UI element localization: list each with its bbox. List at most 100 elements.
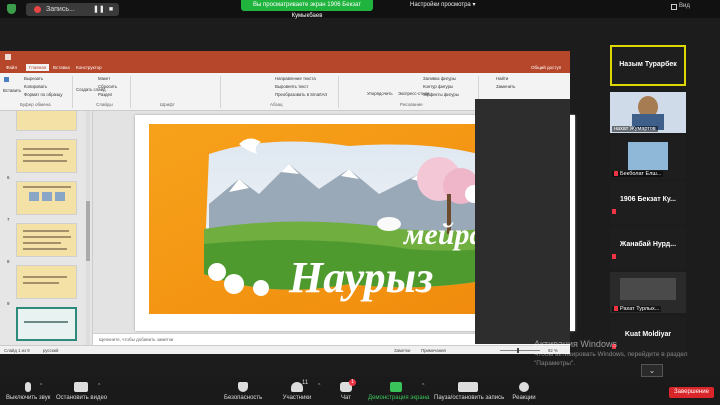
participants-label: Участники (282, 395, 312, 401)
record-dot-icon (34, 6, 41, 13)
mic-muted-icon (614, 171, 618, 177)
photo-placeholder (55, 192, 65, 201)
participant-tile[interactable]: Назым Турарбек (610, 45, 686, 86)
shield-icon[interactable] (7, 4, 16, 14)
photo-placeholder (42, 192, 52, 201)
share-screen-label: Демонстрация экрана (368, 395, 430, 401)
chat-badge: 1 (349, 379, 356, 386)
thumb-number: 7 (7, 217, 10, 222)
caret-up-icon[interactable]: ^ (422, 383, 424, 389)
caret-up-icon[interactable]: ^ (40, 383, 42, 389)
group-separator (130, 76, 131, 108)
participants-button[interactable]: Участники (280, 377, 314, 401)
thumb-number: 6 (7, 175, 10, 180)
shared-screen-overlay (475, 99, 570, 344)
format-painter-button[interactable]: Формат по образцу (24, 92, 63, 97)
cut-button[interactable]: Вырезать (24, 76, 43, 81)
find-button[interactable]: Найти (496, 76, 508, 81)
slide-thumbnail[interactable] (16, 265, 77, 299)
mute-label: Выключить звук (6, 395, 51, 401)
slide-thumbnail[interactable] (16, 139, 77, 173)
participant-tile[interactable]: 1906 Бекзат Ку... (610, 182, 686, 223)
shape-outline-button[interactable]: Контур фигуры (423, 84, 453, 89)
thumb-number: 9 (7, 301, 10, 306)
slide-thumbnail[interactable] (16, 307, 77, 341)
text-line (23, 154, 63, 156)
participant-tile[interactable]: нахат Жумартов (610, 92, 686, 133)
share-screen-icon (390, 382, 402, 392)
align-text-button[interactable]: Выровнять текст (275, 84, 308, 89)
text-line (23, 160, 67, 162)
slide-thumbnail[interactable] (16, 181, 77, 215)
photo-placeholder (29, 192, 39, 201)
reactions-button[interactable]: Реакции (512, 377, 536, 401)
zoom-slider-knob[interactable] (517, 348, 519, 353)
stop-video-button[interactable]: Остановить видео (56, 377, 107, 401)
share-screen-button[interactable]: Демонстрация экрана (368, 377, 430, 401)
layout-button[interactable]: Макет (98, 76, 110, 81)
ppt-ribbon-tabs: Файл Главная Вставка Конструктор Общий д… (0, 51, 570, 73)
text-line (23, 276, 67, 278)
smartart-button[interactable]: Преобразовать в SmartArt (275, 92, 327, 97)
pause-stop-recording-button[interactable]: Пауза/остановить запись (434, 377, 504, 401)
shield-icon (238, 382, 248, 392)
replace-button[interactable]: Заменить (496, 84, 515, 89)
mic-muted-icon (612, 209, 616, 215)
tab-design[interactable]: Конструктор (76, 65, 102, 70)
caret-up-icon[interactable]: ^ (98, 383, 100, 389)
tab-insert[interactable]: Вставка (53, 65, 70, 70)
mic-muted-icon (612, 203, 618, 221)
caret-up-icon[interactable]: ^ (318, 383, 320, 389)
mic-muted-icon (612, 254, 616, 260)
pause-icon[interactable]: ❚❚ (93, 5, 105, 15)
tab-file[interactable]: Файл (6, 65, 17, 70)
participant-tile[interactable]: Рахат Турлых... (610, 272, 686, 313)
participant-tile[interactable]: Жанабай Нурд... (610, 227, 686, 268)
slide-thumbnail[interactable] (16, 111, 77, 131)
section-button[interactable]: Раздел (98, 92, 112, 97)
grid-icon (671, 4, 677, 10)
chevron-down-icon: ▾ (472, 2, 476, 8)
end-meeting-button[interactable]: Завершение (669, 387, 714, 398)
thumb-number: 8 (7, 259, 10, 264)
text-line (23, 148, 69, 150)
stop-icon[interactable]: ■ (106, 5, 116, 15)
slide-thumbnails-pane: 6 7 8 9 (0, 111, 93, 345)
chat-button[interactable]: Чат 1 (338, 377, 356, 401)
view-settings-menu[interactable]: Настройки просмотра ▾ (410, 1, 475, 8)
language-indicator: русский (43, 348, 59, 353)
comments-toggle[interactable]: Примечания (421, 348, 446, 353)
group-clipboard: Буфер обмена (20, 102, 51, 107)
scroll-thumb[interactable] (86, 201, 90, 261)
mic-muted-icon (612, 248, 618, 266)
participant-tile[interactable]: Бекболат Елш... (610, 137, 686, 178)
reset-button[interactable]: Сбросить (98, 84, 117, 89)
reactions-label: Реакции (512, 395, 536, 401)
mute-button[interactable]: Выключить звук (6, 377, 50, 401)
participant-name: Бекболат Елш... (612, 171, 664, 177)
group-paragraph: Абзац (270, 102, 283, 107)
thumbnails-scrollbar[interactable] (86, 111, 90, 345)
text-direction-button[interactable]: Направление текста (275, 76, 316, 81)
tab-home[interactable]: Главная (26, 64, 50, 71)
zoom-meeting-window: Запись... ❚❚ ■ Вы просматриваете экран 1… (0, 0, 720, 405)
notes-toggle[interactable]: Заметки (394, 348, 410, 353)
clipboard-icon (4, 77, 9, 83)
view-settings-label: Настройки просмотра (410, 2, 471, 8)
chat-label: Чат (341, 395, 351, 401)
windows-activation-title: Активация Windows (534, 339, 617, 349)
microphone-icon (25, 382, 31, 392)
text-line (23, 242, 61, 244)
view-button[interactable]: Вид (679, 3, 690, 9)
recording-indicator: Запись... ❚❚ ■ (26, 3, 119, 16)
meeting-toolbar: Выключить звук ^ Остановить видео ^ Безо… (0, 377, 720, 405)
paste-button[interactable] (4, 77, 11, 83)
security-button[interactable]: Безопасность (224, 377, 262, 401)
copy-button[interactable]: Копировать (24, 84, 47, 89)
mic-muted-icon (614, 306, 618, 312)
slide-thumbnail[interactable] (16, 223, 77, 257)
shape-fill-button[interactable]: Заливка фигуры (423, 76, 456, 81)
shape-effects-button[interactable]: Эффекты фигуры (423, 92, 459, 97)
arrange-button[interactable]: Упорядочить (367, 91, 393, 96)
share-access-button[interactable]: Общий доступ (531, 65, 561, 70)
